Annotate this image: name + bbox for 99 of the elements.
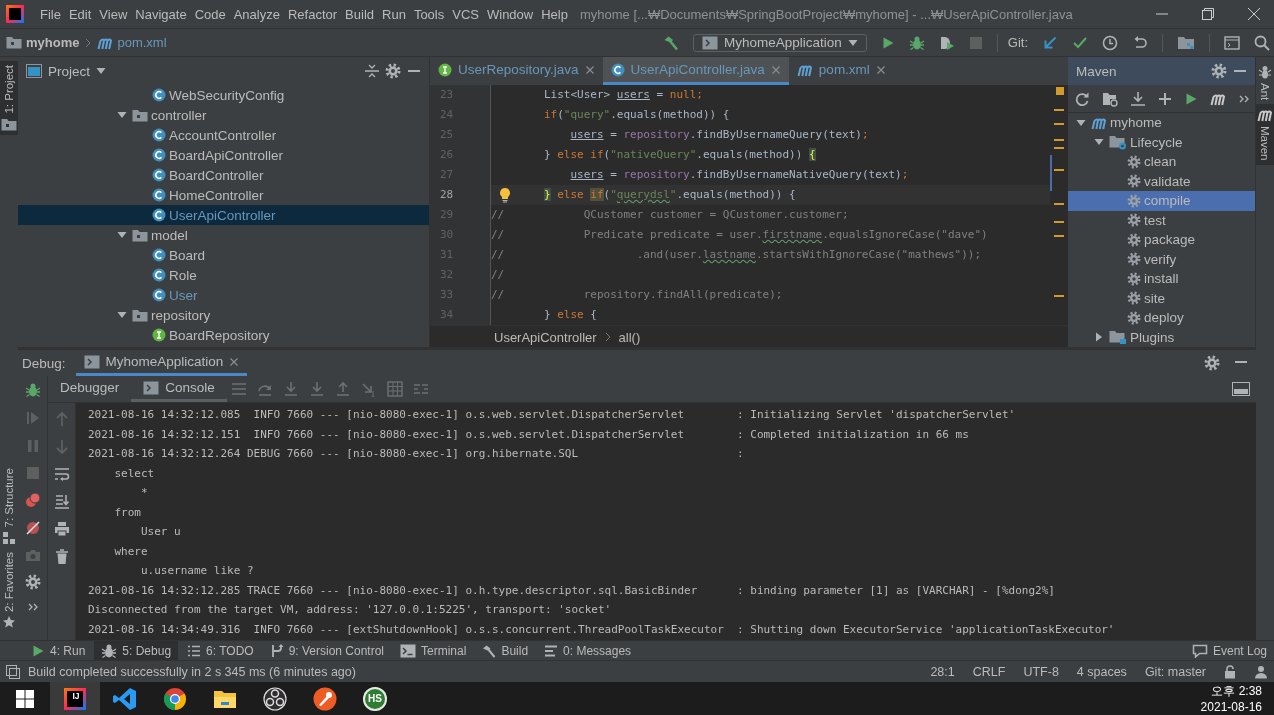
editor-tab[interactable]: UserRepository.java xyxy=(430,57,603,85)
console-line: User u xyxy=(139,524,182,540)
tree-item[interactable]: Plugins xyxy=(1068,327,1255,347)
tool-window-tab[interactable]: 0: Messages xyxy=(537,641,639,660)
tree-item[interactable]: BoardController xyxy=(18,165,429,185)
tree-item[interactable]: WebSecurityConfig xyxy=(18,85,429,105)
tool-window-tab[interactable]: 9: Version Control xyxy=(262,641,392,660)
status-item[interactable]: CRLF xyxy=(972,664,1006,679)
tree-item[interactable]: clean xyxy=(1068,152,1255,172)
status-item[interactable]: Git: master xyxy=(1144,664,1206,679)
tree-item[interactable]: validate xyxy=(1068,171,1255,191)
code-line: // QCustomer customer = QCustomer.customer; xyxy=(491,207,850,223)
side-tab[interactable]: 1: Project xyxy=(0,61,18,135)
tree-item[interactable]: Board xyxy=(18,245,429,265)
clock-time: 오후 2:38 xyxy=(1211,682,1262,699)
code-line: // repository.findAll(predicate); xyxy=(491,287,784,303)
vcs-label: Git: xyxy=(1007,35,1028,50)
tree-item[interactable]: Role xyxy=(18,265,429,285)
menu-item[interactable]: File xyxy=(36,6,65,22)
tree-item[interactable]: install xyxy=(1068,269,1255,289)
menu-item[interactable]: Tools xyxy=(409,6,449,22)
side-tab[interactable]: 2: Favorites xyxy=(0,547,18,632)
taskbar-app[interactable]: HS xyxy=(350,682,400,715)
tree-item[interactable]: controller xyxy=(18,105,429,125)
console-line: 2021-08-16 14:32:12.264 DEBUG 7660 --- [nio-8080-exec-1] org.hibernate.SQL : xyxy=(88,446,745,462)
tool-window-tab[interactable]: 4: Run xyxy=(24,641,93,660)
tool-window-tab[interactable]: 6: TODO xyxy=(180,641,261,660)
status-item[interactable]: 28:1 xyxy=(930,664,955,679)
code-line: // Predicate predicate = user.firstname.equalsIgnoreCase("dave") xyxy=(491,227,989,243)
status-item[interactable]: UTF-8 xyxy=(1023,664,1059,679)
tree-item[interactable]: verify xyxy=(1068,249,1255,269)
console-line: 2021-08-16 14:32:12.085 INFO 7660 --- [nio-8080-exec-1] o.s.web.servlet.DispatcherServlet : Initializing Servlet 'dispatcherServlet' xyxy=(88,407,1017,423)
console-line: u.username like ? xyxy=(139,563,255,579)
tree-item[interactable]: model xyxy=(18,225,429,245)
code-line: // xyxy=(491,267,506,283)
status-item[interactable]: 4 spaces xyxy=(1076,664,1127,679)
tree-item[interactable]: myhome xyxy=(1068,113,1255,133)
code-line: } else if("nativeQuery".equals(method)) { xyxy=(543,147,817,163)
side-tab[interactable]: 7: Structure xyxy=(0,464,18,548)
breadcrumb[interactable]: UserApiController xyxy=(494,329,597,345)
tool-window-tab[interactable]: Build xyxy=(475,641,536,660)
app-logo: HS xyxy=(363,686,387,711)
tab[interactable]: Debugger xyxy=(48,376,132,402)
code-line: } else { xyxy=(543,307,598,323)
console-line: 2021-08-16 14:32:12.151 INFO 7660 --- [nio-8080-exec-1] o.s.web.servlet.DispatcherServlet : Completed initialization in 66 ms xyxy=(88,426,970,443)
tree-item[interactable]: AccountController xyxy=(18,125,429,145)
menu-item[interactable]: Analyze xyxy=(229,6,284,22)
code-line: // .and(user.lastname.startsWithIgnoreCase("mathews")); xyxy=(491,247,983,263)
menu-item[interactable]: View xyxy=(95,6,132,22)
tool-window-tab[interactable]: Event Log xyxy=(1184,641,1274,660)
menu-item[interactable]: Refactor xyxy=(283,6,342,22)
app-logo: IJ xyxy=(64,687,86,710)
taskbar-app[interactable]: IJ xyxy=(50,682,100,715)
menu-item[interactable]: Navigate xyxy=(131,6,191,22)
console-line: select xyxy=(113,465,156,482)
panel-title: Maven xyxy=(1076,63,1117,79)
tree-item[interactable]: repository xyxy=(18,305,429,325)
code-line: users = repository.findByUsernameQuery(text); xyxy=(569,127,870,143)
tool-window-tab[interactable]: 5: Debug xyxy=(94,641,179,660)
menu-item[interactable]: VCS xyxy=(448,6,483,22)
code-line: users = repository.findByUsernameNativeQuery(text); xyxy=(569,167,910,183)
code-line: List<User> users = null; xyxy=(543,87,704,103)
breadcrumb[interactable]: pom.xml xyxy=(97,35,167,50)
panel-title[interactable]: Project xyxy=(48,63,91,79)
clock-date: 2021-08-16 xyxy=(1200,698,1262,715)
editor-tab[interactable]: pom.xml xyxy=(788,57,894,85)
menu-item[interactable]: Window xyxy=(482,6,538,22)
window-title: myhome [...₩Documents₩SpringBootProject₩myhome] - ...₩UserApiController.java xyxy=(579,6,1073,22)
console-line: * xyxy=(139,485,149,501)
menu-item[interactable]: Run xyxy=(378,6,410,22)
console-line: 2021-08-16 14:32:12.285 TRACE 7660 --- [nio-8080-exec-1] o.h.type.descriptor.sql.BasicBinder : binding parameter [1] as [VARCHAR] - [%dong2%] xyxy=(88,582,1056,599)
breadcrumb[interactable]: all() xyxy=(618,329,641,345)
menu-item[interactable]: Edit xyxy=(64,6,96,22)
tree-item[interactable]: UserApiController xyxy=(18,205,429,225)
tree-item[interactable]: site xyxy=(1068,288,1255,308)
menu-item[interactable]: Build xyxy=(341,6,378,22)
tree-item[interactable]: package xyxy=(1068,230,1255,250)
console-line: from xyxy=(113,504,142,521)
panel-title: Debug: xyxy=(22,355,66,371)
console-line: where xyxy=(113,543,149,560)
menu-item[interactable]: Help xyxy=(537,6,572,22)
code-line: if("query".equals(method)) { xyxy=(543,107,731,123)
tree-item[interactable]: deploy xyxy=(1068,308,1255,328)
tree-item[interactable]: BoardApiController xyxy=(18,145,429,165)
breadcrumb[interactable]: myhome xyxy=(6,35,80,50)
tree-item[interactable]: HomeController xyxy=(18,185,429,205)
line-number: 28 xyxy=(439,187,455,203)
console-line: 2021-08-16 14:34:49.316 INFO 7660 --- [extShutdownHook] o.s.s.concurrent.ThreadPoolTaskExecutor : Shutting down ExecutorService 'applicationTaskExecutor' xyxy=(88,621,1116,638)
tree-item[interactable]: test xyxy=(1068,210,1255,230)
menu-item[interactable]: Code xyxy=(190,6,230,22)
console-line: Disconnected from the target VM, address: '127.0.0.1:5225', transport: 'socket' xyxy=(88,602,613,618)
side-tab[interactable]: Maven xyxy=(1256,104,1274,165)
tool-window-tab[interactable]: Terminal xyxy=(393,641,474,660)
run-configuration-dropdown[interactable]: MyhomeApplication xyxy=(692,33,867,52)
side-tab[interactable]: Ant xyxy=(1256,61,1274,105)
tree-item[interactable]: Lifecycle xyxy=(1068,132,1255,152)
status-message: Build completed successfully in 2 s 345 ms (6 minutes ago) xyxy=(28,664,356,679)
tree-item[interactable]: BoardRepository xyxy=(18,325,429,345)
tree-item[interactable]: User xyxy=(18,285,429,305)
